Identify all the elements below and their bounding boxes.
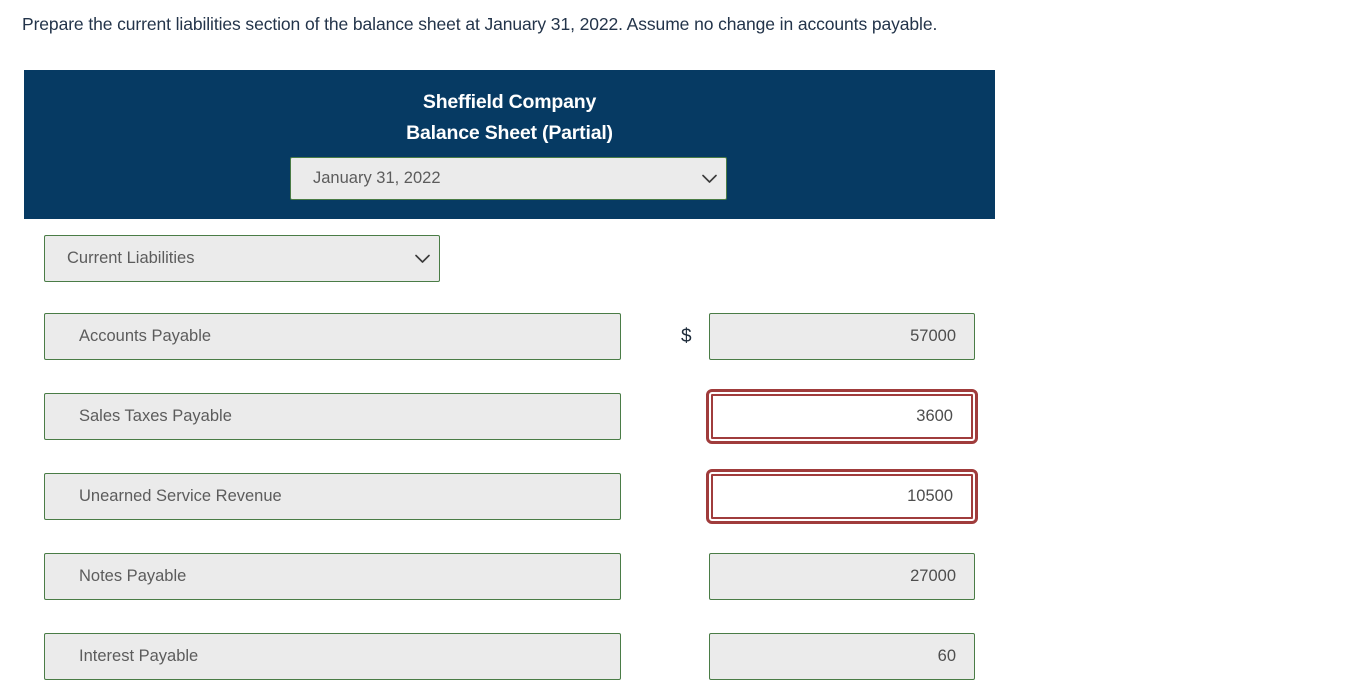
currency-symbol: $ xyxy=(681,326,692,347)
amount-value: 27000 xyxy=(910,567,956,585)
chevron-down-icon xyxy=(405,254,439,264)
date-select[interactable]: January 31, 2022 xyxy=(290,157,727,200)
account-label-value: Unearned Service Revenue xyxy=(79,487,282,505)
line-item-row: Unearned Service Revenue 10500 xyxy=(0,469,1370,524)
account-label-select[interactable]: Notes Payable xyxy=(44,553,621,600)
amount-value: 3600 xyxy=(916,407,953,425)
section-select-value: Current Liabilities xyxy=(67,249,195,267)
account-label-select[interactable]: Interest Payable xyxy=(44,633,621,680)
account-label-value: Interest Payable xyxy=(79,647,199,665)
amount-input[interactable]: 27000 xyxy=(709,553,975,600)
account-label-select[interactable]: Sales Taxes Payable xyxy=(44,393,621,440)
chevron-down-icon xyxy=(692,174,726,184)
company-name: Sheffield Company xyxy=(422,91,597,113)
amount-value: 10500 xyxy=(907,487,953,505)
account-label-select[interactable]: Unearned Service Revenue xyxy=(44,473,621,520)
amount-input[interactable]: 60 xyxy=(709,633,975,680)
exercise-instruction: Prepare the current liabilities section … xyxy=(22,14,938,34)
line-item-row: Notes Payable 27000 xyxy=(0,553,1370,600)
account-label-value: Sales Taxes Payable xyxy=(79,407,232,425)
amount-input[interactable]: 57000 xyxy=(709,313,975,360)
amount-value: 60 xyxy=(937,647,956,665)
line-item-row: Accounts Payable $57000 xyxy=(0,313,1370,360)
line-item-row: Interest Payable 60 xyxy=(0,633,1370,680)
account-label-value: Accounts Payable xyxy=(79,327,212,345)
date-select-value: January 31, 2022 xyxy=(313,169,441,187)
section-select[interactable]: Current Liabilities xyxy=(44,235,440,282)
account-label-value: Notes Payable xyxy=(79,567,187,585)
line-item-row: Sales Taxes Payable 3600 xyxy=(0,389,1370,444)
balance-sheet-header: Sheffield Company Balance Sheet (Partial… xyxy=(24,70,995,219)
amount-input-invalid[interactable]: 3600 xyxy=(706,389,978,444)
statement-title: Balance Sheet (Partial) xyxy=(406,122,613,144)
amount-input-invalid[interactable]: 10500 xyxy=(706,469,978,524)
account-label-select[interactable]: Accounts Payable xyxy=(44,313,621,360)
amount-value: 57000 xyxy=(910,327,956,345)
